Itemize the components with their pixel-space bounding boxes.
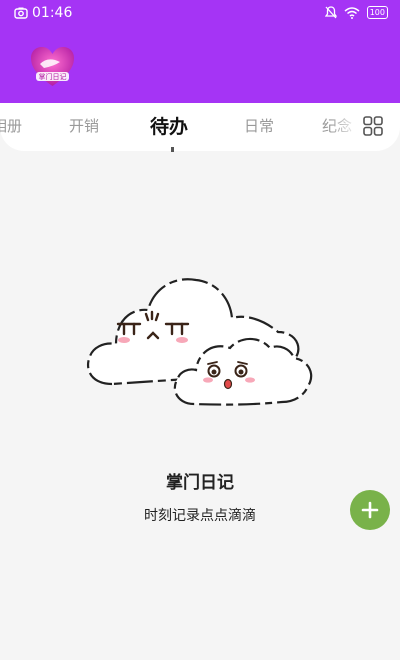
add-button[interactable] — [350, 490, 390, 530]
tabs-fade — [330, 103, 360, 147]
empty-state-title: 掌门日记 — [166, 473, 234, 493]
app-header: 01:46 100 掌门日记 — [0, 0, 400, 103]
active-tab-indicator — [171, 147, 174, 152]
battery-icon: 100 — [366, 6, 388, 19]
mute-icon — [324, 6, 337, 19]
camera-icon — [14, 7, 28, 19]
tab-todo[interactable]: 待办 — [150, 112, 188, 139]
status-bar: 01:46 100 — [0, 0, 400, 28]
empty-cloud-illustration — [86, 278, 313, 406]
tab-daily[interactable]: 日常 — [244, 115, 274, 136]
wifi-icon — [344, 6, 360, 19]
app-logo[interactable]: 掌门日记 — [30, 46, 75, 87]
plus-icon — [361, 501, 379, 519]
status-time: 01:46 — [32, 5, 73, 21]
tab-album[interactable]: 相册 — [0, 115, 22, 136]
tab-expenses[interactable]: 开销 — [69, 115, 99, 136]
logo-text: 掌门日记 — [39, 72, 67, 81]
grid-menu-icon[interactable] — [362, 115, 384, 137]
empty-state-subtitle: 时刻记录点点滴滴 — [144, 508, 256, 524]
